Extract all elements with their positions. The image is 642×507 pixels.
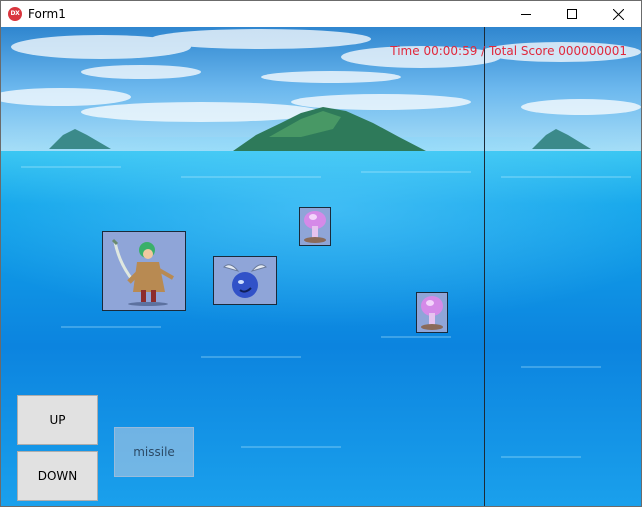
game-window: DX Form1 Time 00:00:59 / Total Score 000… [0,0,642,507]
viewport-divider [484,27,485,506]
score-display: Time 00:00:59 / Total Score 000000001 [390,44,627,58]
mushroom-missile-icon [421,296,443,330]
minimize-icon [521,14,531,15]
window-title: Form1 [28,7,66,21]
minimize-button[interactable] [503,1,549,27]
maximize-icon [567,9,577,19]
title-bar[interactable]: DX Form1 [1,1,641,27]
swordsman-icon [111,238,174,306]
close-icon [612,8,624,20]
close-button[interactable] [595,1,641,27]
enemy-sprite [213,256,277,305]
missile-sprite [299,207,331,246]
up-button[interactable]: UP [17,395,98,445]
down-button[interactable]: DOWN [17,451,98,501]
game-canvas[interactable]: Time 00:00:59 / Total Score 000000001 UP… [1,27,641,506]
missile-sprite [416,292,448,333]
maximize-button[interactable] [549,1,595,27]
missile-button[interactable]: missile [114,427,194,477]
app-icon: DX [8,7,22,21]
winged-blob-icon [223,264,267,298]
player-sprite [102,231,186,311]
mushroom-missile-icon [304,211,326,243]
